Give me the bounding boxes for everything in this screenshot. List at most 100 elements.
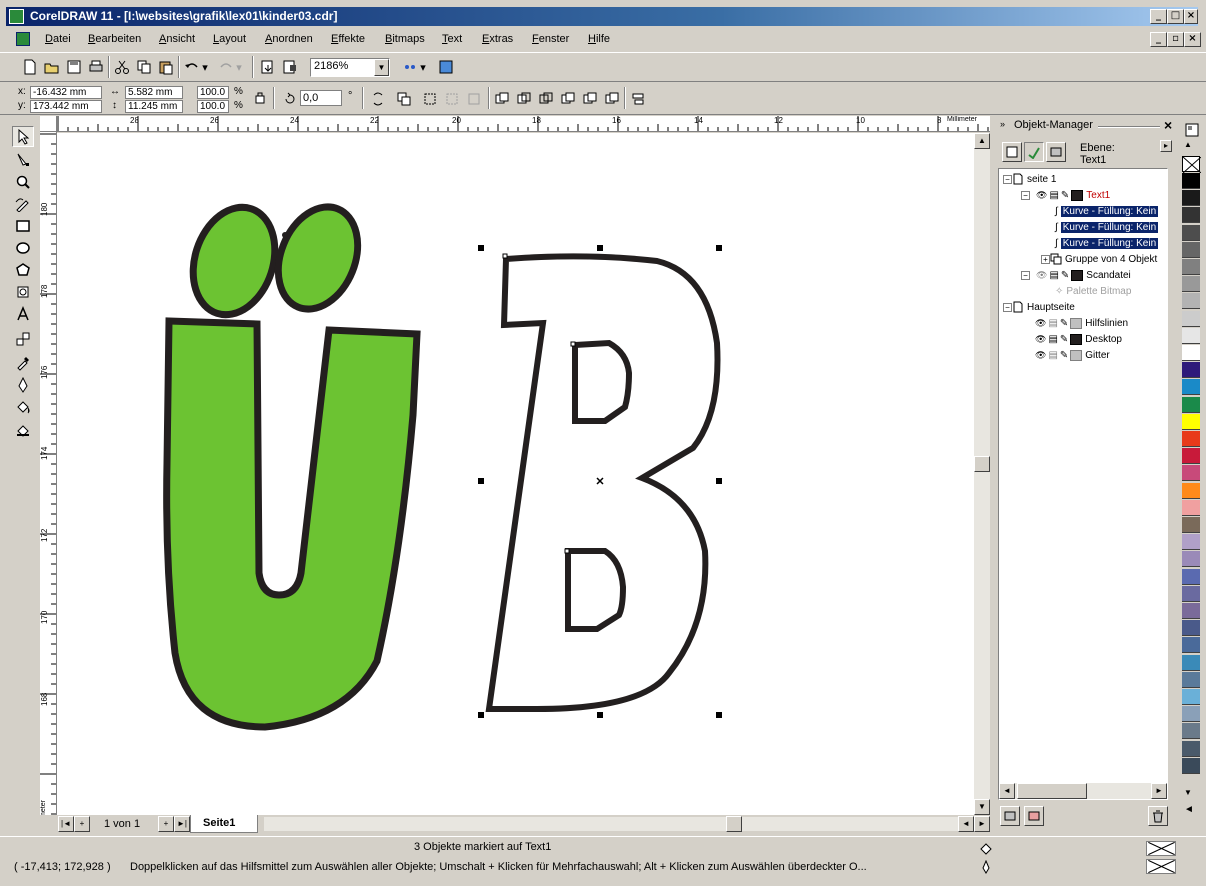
path-node[interactable]: [502, 253, 508, 259]
palette-color-swatch[interactable]: [1182, 517, 1200, 533]
new-master-layer-icon[interactable]: [1024, 806, 1044, 826]
coreldraw-app-icon[interactable]: [9, 9, 24, 24]
corel-online-icon[interactable]: [436, 57, 456, 77]
scale-y-input[interactable]: 100.0: [197, 100, 229, 113]
tree-node-desktop[interactable]: 👁 ▤ ✎ Desktop: [1035, 331, 1122, 347]
document-icon[interactable]: [16, 32, 30, 46]
vertical-scroll-thumb[interactable]: [974, 456, 990, 472]
zoom-tool-icon[interactable]: [12, 171, 34, 192]
menu-effekte[interactable]: Effekte: [331, 33, 365, 45]
palette-color-swatch[interactable]: [1182, 534, 1200, 551]
intersect-icon[interactable]: [536, 89, 556, 109]
selection-handle-left[interactable]: [478, 478, 484, 484]
pick-tool-icon[interactable]: [12, 126, 34, 147]
first-page-button[interactable]: |◄: [58, 816, 74, 832]
tree-node-curve-2[interactable]: ∫ Kurve - Füllung: Kein: [1055, 219, 1159, 235]
tree-node-curve-1[interactable]: ∫ Kurve - Füllung: Kein: [1055, 203, 1159, 219]
tree-node-palette-bitmap[interactable]: ✧ Palette Bitmap: [1055, 283, 1131, 299]
palette-color-swatch[interactable]: [1182, 637, 1200, 654]
export-icon[interactable]: [280, 57, 300, 77]
trim-icon[interactable]: [514, 89, 534, 109]
ruler-origin[interactable]: [40, 116, 57, 132]
palette-color-swatch[interactable]: [1182, 706, 1200, 723]
group-icon[interactable]: [394, 89, 414, 109]
tree-node-text1[interactable]: − 👁 ▤ ✎ Text1: [1021, 187, 1110, 203]
letter-u-umlaut[interactable]: [163, 195, 421, 731]
print-icon[interactable]: [86, 57, 106, 77]
scroll-left-button[interactable]: ◄: [958, 816, 974, 832]
page-tab-seite1[interactable]: Seite1: [190, 815, 258, 833]
palette-options-icon[interactable]: [1182, 120, 1202, 140]
layer-color-swatch[interactable]: [1071, 269, 1084, 281]
back-minus-front-icon[interactable]: [602, 89, 622, 109]
rectangle-tool-icon[interactable]: [12, 215, 34, 236]
collapse-icon[interactable]: −: [1003, 302, 1012, 312]
visibility-eye-icon[interactable]: 👁: [1035, 334, 1046, 345]
combine-icon[interactable]: [464, 89, 484, 109]
palette-color-swatch[interactable]: [1182, 499, 1200, 516]
printer-icon[interactable]: ▤: [1048, 350, 1057, 361]
doc-close-button[interactable]: ×: [1184, 32, 1201, 47]
outline-none-indicator[interactable]: [1146, 859, 1176, 874]
copy-icon[interactable]: [134, 57, 154, 77]
save-icon[interactable]: [64, 57, 84, 77]
mirror-icon[interactable]: [368, 89, 388, 109]
doc-minimize-button[interactable]: _: [1150, 32, 1167, 47]
basic-shapes-tool-icon[interactable]: [12, 281, 34, 302]
palette-color-swatch[interactable]: [1182, 224, 1200, 241]
width-input[interactable]: 5.582 mm: [125, 86, 183, 99]
lock-ratio-icon[interactable]: [250, 87, 270, 107]
menu-ansicht[interactable]: Ansicht: [159, 33, 195, 45]
pencil-edit-icon[interactable]: ✎: [1060, 334, 1068, 345]
polygon-tool-icon[interactable]: [12, 259, 34, 280]
menu-hilfe[interactable]: Hilfe: [588, 33, 610, 45]
weld-icon[interactable]: [492, 89, 512, 109]
printer-icon[interactable]: ▤: [1049, 270, 1058, 281]
menu-extras[interactable]: Extras: [482, 33, 513, 45]
horizontal-ruler[interactable]: 28 26 24 22 20 18 16 14 12 10 8 Millimet…: [57, 116, 990, 132]
fill-indicator-icon[interactable]: [976, 839, 996, 859]
drawing-canvas[interactable]: [57, 133, 974, 815]
object-manager-flyout-button[interactable]: ▸: [1160, 140, 1172, 152]
expand-icon[interactable]: +: [1041, 254, 1050, 264]
selection-handle-right[interactable]: [716, 478, 722, 484]
docker-collapse-icon[interactable]: »: [1000, 119, 1005, 129]
outline-indicator-icon[interactable]: [976, 857, 996, 877]
outline-tool-icon[interactable]: [12, 374, 34, 395]
edit-across-layers-icon[interactable]: [1024, 142, 1044, 162]
palette-flyout-icon[interactable]: ◄: [1184, 804, 1194, 815]
palette-color-swatch[interactable]: [1182, 413, 1200, 430]
horizontal-scroll-thumb[interactable]: [726, 816, 742, 832]
selection-handle-top[interactable]: [597, 245, 603, 251]
printer-icon[interactable]: ▤: [1048, 334, 1057, 345]
interactive-blend-tool-icon[interactable]: [12, 328, 34, 349]
palette-color-swatch[interactable]: [1182, 671, 1200, 688]
vertical-ruler[interactable]: 180 178 176 174 172 170 168 Millimeter: [40, 132, 57, 832]
palette-color-swatch[interactable]: [1182, 345, 1200, 361]
freehand-tool-icon[interactable]: [12, 193, 34, 214]
add-page-before-button[interactable]: +: [74, 816, 90, 832]
layer-color-swatch[interactable]: [1070, 317, 1083, 329]
menu-bitmaps[interactable]: Bitmaps: [385, 33, 425, 45]
tree-node-curve-3[interactable]: ∫ Kurve - Füllung: Kein: [1055, 235, 1159, 251]
selection-handle-top-left[interactable]: [478, 245, 484, 251]
menu-datei[interactable]: Datei: [45, 33, 71, 45]
docker-close-icon[interactable]: ×: [1164, 117, 1172, 133]
scroll-down-button[interactable]: ▼: [974, 799, 990, 815]
palette-color-swatch[interactable]: [1182, 241, 1200, 258]
palette-color-swatch[interactable]: [1182, 190, 1200, 207]
printer-icon[interactable]: ▤: [1048, 318, 1057, 329]
palette-color-swatch[interactable]: [1182, 757, 1200, 774]
tree-node-scandatei[interactable]: − 👁 ▤ ✎ Scandatei: [1021, 267, 1131, 283]
palette-scroll-down-icon[interactable]: ▼: [1184, 788, 1192, 797]
minimize-button[interactable]: _: [1150, 9, 1167, 24]
cut-icon[interactable]: [112, 57, 132, 77]
doc-restore-button[interactable]: ▫: [1167, 32, 1184, 47]
application-launcher-icon[interactable]: [400, 57, 420, 77]
pencil-edit-icon[interactable]: ✎: [1061, 270, 1069, 281]
collapse-icon[interactable]: −: [1003, 174, 1012, 184]
no-color-swatch[interactable]: [1182, 156, 1202, 174]
collapse-icon[interactable]: −: [1021, 190, 1030, 200]
palette-color-swatch[interactable]: [1182, 551, 1200, 568]
last-page-button[interactable]: ►|: [174, 816, 190, 832]
